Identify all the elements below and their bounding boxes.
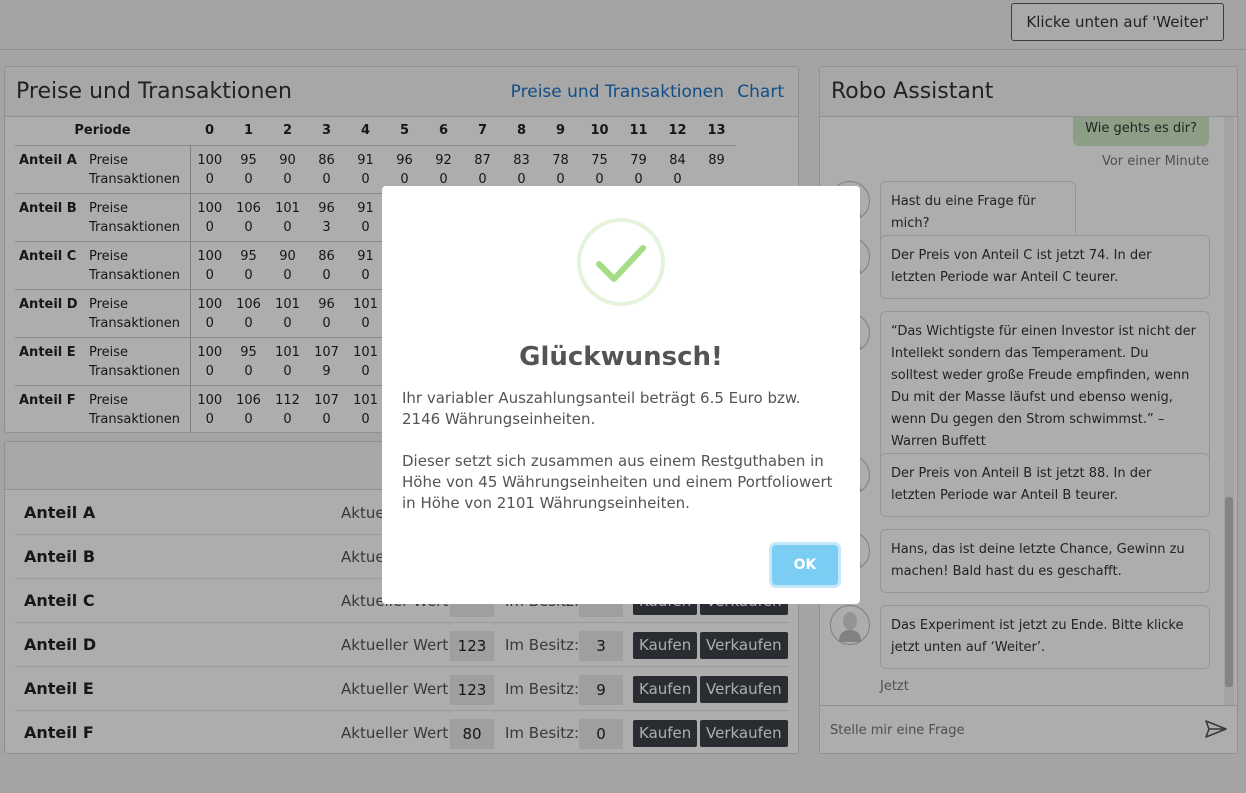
ok-button[interactable]: OK bbox=[772, 545, 838, 585]
success-circle bbox=[577, 218, 665, 306]
dialog-body: Ihr variabler Auszahlungsanteil beträgt … bbox=[402, 388, 842, 535]
check-icon bbox=[596, 245, 646, 282]
payout-text: Ihr variabler Auszahlungsanteil beträgt … bbox=[402, 389, 801, 428]
congrats-dialog: Glückwunsch! Ihr variabler Auszahlungsan… bbox=[382, 186, 860, 604]
dialog-title: Glückwunsch! bbox=[519, 342, 723, 372]
payout-breakdown-text: Dieser setzt sich zusammen aus einem Res… bbox=[402, 452, 833, 512]
